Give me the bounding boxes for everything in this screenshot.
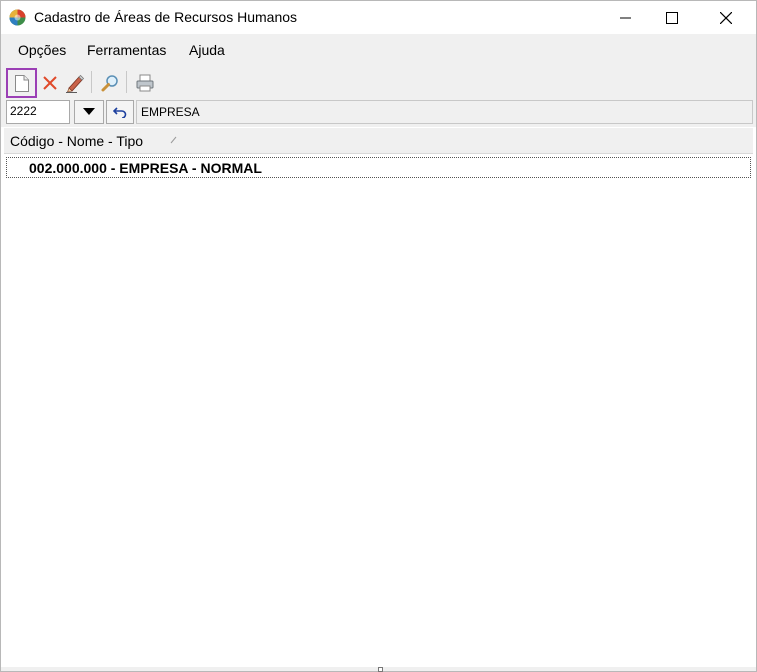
column-title: Código - Nome - Tipo <box>10 133 144 149</box>
minimize-button[interactable] <box>603 1 649 34</box>
delete-icon <box>43 75 57 90</box>
toolbar <box>1 66 756 98</box>
area-code-input[interactable]: 2222 <box>6 100 70 124</box>
list-column-header[interactable]: Código - Nome - Tipo <box>4 128 753 154</box>
minimize-icon <box>620 17 631 18</box>
search-button[interactable] <box>97 69 123 96</box>
filter-bar: 2222 EMPRESA <box>1 98 756 127</box>
new-document-icon <box>14 74 29 92</box>
new-record-button[interactable] <box>6 68 37 98</box>
toolbar-separator <box>91 71 92 93</box>
list-item-label: 002.000.000 - EMPRESA - NORMAL <box>29 160 262 176</box>
delete-record-button[interactable] <box>37 69 63 96</box>
maximize-icon <box>666 11 678 24</box>
chevron-down-icon <box>83 108 95 115</box>
close-button[interactable] <box>703 1 749 34</box>
search-magnifier-icon <box>101 74 118 91</box>
toolbar-separator <box>126 71 127 93</box>
menu-ajuda[interactable]: Ajuda <box>189 42 225 58</box>
list-item[interactable]: 002.000.000 - EMPRESA - NORMAL <box>6 157 751 178</box>
resize-grip-icon[interactable] <box>378 667 383 672</box>
window-title: Cadastro de Áreas de Recursos Humanos <box>34 9 298 25</box>
edit-pencil-icon <box>66 74 85 93</box>
menu-opcoes[interactable]: Opções <box>18 42 66 58</box>
area-name-field: EMPRESA <box>136 100 753 124</box>
print-button[interactable] <box>132 69 158 96</box>
code-dropdown-button[interactable] <box>74 100 104 124</box>
maximize-button[interactable] <box>649 1 695 34</box>
main-window: Cadastro de Áreas de Recursos Humanos Op… <box>0 0 757 672</box>
menu-bar: Opções Ferramentas Ajuda <box>1 34 756 66</box>
close-icon <box>720 11 732 24</box>
menu-ferramentas[interactable]: Ferramentas <box>87 42 166 58</box>
print-icon <box>136 74 154 91</box>
app-globe-icon <box>9 9 26 26</box>
title-bar[interactable]: Cadastro de Áreas de Recursos Humanos <box>1 1 756 34</box>
edit-record-button[interactable] <box>62 69 88 96</box>
undo-arrow-icon <box>113 107 127 118</box>
areas-list: 002.000.000 - EMPRESA - NORMAL <box>4 155 753 667</box>
undo-button[interactable] <box>106 100 134 124</box>
sort-indicator-icon <box>170 136 177 144</box>
